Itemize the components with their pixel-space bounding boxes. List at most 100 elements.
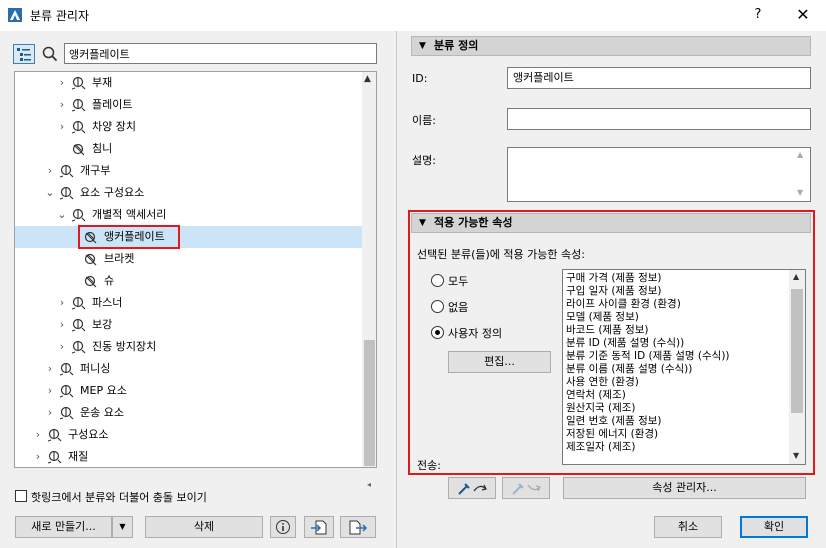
eyedropper-inject-icon: [512, 483, 541, 495]
tree-item-label: 진동 방지장치: [92, 340, 157, 353]
property-list-item[interactable]: 연락처 (제조): [566, 389, 626, 402]
chevron-right-icon[interactable]: ›: [33, 424, 43, 446]
tree-view-toggle-button[interactable]: [13, 44, 35, 64]
ok-button[interactable]: 확인: [740, 516, 808, 538]
property-list-item[interactable]: 구매 가격 (제품 정보): [566, 272, 662, 285]
classification-icon: [71, 208, 86, 222]
property-list-item[interactable]: 일련 번호 (제품 정보): [566, 415, 662, 428]
chevron-down-icon[interactable]: ⌄: [45, 182, 55, 204]
tree-item[interactable]: › MEP 요소: [15, 380, 362, 402]
delete-button[interactable]: 삭제: [145, 516, 263, 538]
scope-radio[interactable]: [431, 326, 444, 339]
properties-section-header[interactable]: ▼ 적용 가능한 속성: [411, 213, 811, 233]
chevron-right-icon[interactable]: ›: [57, 116, 67, 138]
tree-item[interactable]: › 파스너: [15, 292, 362, 314]
property-manager-button[interactable]: 속성 관리자...: [563, 477, 806, 499]
scope-radio[interactable]: [431, 300, 444, 313]
property-list-item[interactable]: 제조일자 (제조): [566, 441, 636, 454]
chevron-right-icon[interactable]: ›: [45, 380, 55, 402]
property-list-item[interactable]: 분류 ID (제품 설명 (수식)): [566, 337, 684, 350]
classification-icon: [59, 406, 74, 420]
tree-item-label: 차양 장치: [92, 120, 136, 133]
tree-item-label: 운송 요소: [80, 406, 124, 419]
definition-section-header[interactable]: ▼ 분류 정의: [411, 36, 811, 56]
tree-item[interactable]: › 개구부: [15, 160, 362, 182]
chevron-right-icon[interactable]: ›: [57, 72, 67, 94]
tree-item[interactable]: › 부재: [15, 72, 362, 94]
info-button[interactable]: [270, 516, 296, 538]
scroll-up-icon[interactable]: ▲: [793, 272, 799, 281]
property-list-item[interactable]: 원산지국 (제조): [566, 402, 636, 415]
tree-item[interactable]: 브라켓: [15, 248, 362, 270]
tree-item[interactable]: › 구성요소: [15, 424, 362, 446]
tree-item[interactable]: › 운송 요소: [15, 402, 362, 424]
property-list-item[interactable]: 사용 연한 (환경): [566, 376, 639, 389]
classification-icon: [59, 384, 74, 398]
edit-button[interactable]: 편집...: [448, 351, 551, 373]
scope-radio-label[interactable]: 사용자 정의: [448, 325, 502, 341]
property-list-item[interactable]: 구입 일자 (제품 정보): [566, 285, 662, 298]
new-dropdown-button[interactable]: ▼: [112, 516, 133, 538]
classification-icon: [71, 318, 86, 332]
chevron-down-icon: ▼: [119, 522, 126, 531]
description-field[interactable]: [507, 147, 811, 202]
tree-item[interactable]: › 퍼니싱: [15, 358, 362, 380]
help-button[interactable]: ?: [743, 4, 773, 26]
close-button[interactable]: ✕: [788, 4, 818, 26]
chevron-right-icon[interactable]: ›: [45, 402, 55, 424]
chevron-right-icon[interactable]: ›: [57, 314, 67, 336]
property-list-item[interactable]: 분류 이름 (제품 설명 (수식)): [566, 363, 692, 376]
chevron-right-icon[interactable]: ›: [33, 446, 43, 467]
property-list-item[interactable]: 저장된 에너지 (환경): [566, 428, 658, 441]
tree-item[interactable]: 앵커플레이트: [15, 225, 362, 249]
tree-item[interactable]: › 보강: [15, 314, 362, 336]
property-list-item[interactable]: 모델 (제품 정보): [566, 311, 639, 324]
scope-radio[interactable]: [431, 274, 444, 287]
chevron-right-icon[interactable]: ›: [57, 292, 67, 314]
tree-item[interactable]: › 진동 방지장치: [15, 336, 362, 358]
chevron-right-icon[interactable]: ›: [45, 160, 55, 182]
tree-item[interactable]: ⌄ 요소 구성요소: [15, 182, 362, 204]
scroll-up-icon[interactable]: ▲: [364, 74, 371, 84]
resize-handle-icon[interactable]: ◂: [367, 480, 371, 489]
import-button[interactable]: [304, 516, 334, 538]
property-list-item[interactable]: 라이프 사이클 환경 (환경): [566, 298, 681, 311]
property-list-item[interactable]: 바코드 (제품 정보): [566, 324, 649, 337]
name-label: 이름:: [412, 114, 436, 127]
tree-item[interactable]: › 플레이트: [15, 94, 362, 116]
scope-radio-label[interactable]: 모두: [448, 273, 468, 289]
scope-radio-label[interactable]: 없음: [448, 299, 468, 315]
pick-up-transfer-button[interactable]: [448, 477, 496, 499]
classification-tree[interactable]: › 부재 › 플레이트 › 차양 장치 침니 › 개구부 ⌄ 요소 구성요소 ⌄ 개별적 액세서리 앵커플…: [14, 71, 377, 468]
classification-icon: [71, 120, 86, 134]
info-icon: [276, 520, 290, 534]
transfer-label: 전송:: [417, 459, 441, 472]
chevron-right-icon[interactable]: ›: [57, 336, 67, 358]
collapse-triangle-icon: ▼: [419, 218, 426, 228]
new-button[interactable]: 새로 만들기...: [15, 516, 112, 538]
tree-item[interactable]: › 재질: [15, 446, 362, 467]
scroll-down-icon[interactable]: ▼: [793, 451, 799, 460]
properties-list[interactable]: 구매 가격 (제품 정보) 구입 일자 (제품 정보) 라이프 사이클 환경 (환경…: [562, 269, 806, 465]
id-field[interactable]: 앵커플레이트: [507, 67, 811, 89]
search-input[interactable]: [64, 43, 377, 64]
classification-icon: [59, 186, 74, 200]
name-field[interactable]: [507, 108, 811, 130]
property-list-item[interactable]: 분류 기준 동적 ID (제품 설명 (수식)): [566, 350, 730, 363]
tree-item[interactable]: 슈: [15, 270, 362, 292]
chevron-down-icon[interactable]: ⌄: [57, 204, 67, 226]
tree-item[interactable]: ⌄ 개별적 액세서리: [15, 204, 362, 226]
export-button[interactable]: [340, 516, 376, 538]
import-icon: [311, 520, 327, 535]
tree-scrollbar-thumb[interactable]: [364, 340, 375, 466]
tree-item-label: 침니: [92, 142, 113, 155]
inject-transfer-button[interactable]: [502, 477, 550, 499]
cancel-button[interactable]: 취소: [654, 516, 722, 538]
tree-item[interactable]: › 차양 장치: [15, 116, 362, 138]
tree-item[interactable]: 침니: [15, 138, 362, 160]
hotlink-checkbox[interactable]: [15, 490, 27, 502]
chevron-right-icon[interactable]: ›: [57, 94, 67, 116]
chevron-right-icon[interactable]: ›: [45, 358, 55, 380]
tree-list-icon: [17, 48, 31, 61]
properties-scrollbar-thumb[interactable]: [791, 289, 803, 413]
